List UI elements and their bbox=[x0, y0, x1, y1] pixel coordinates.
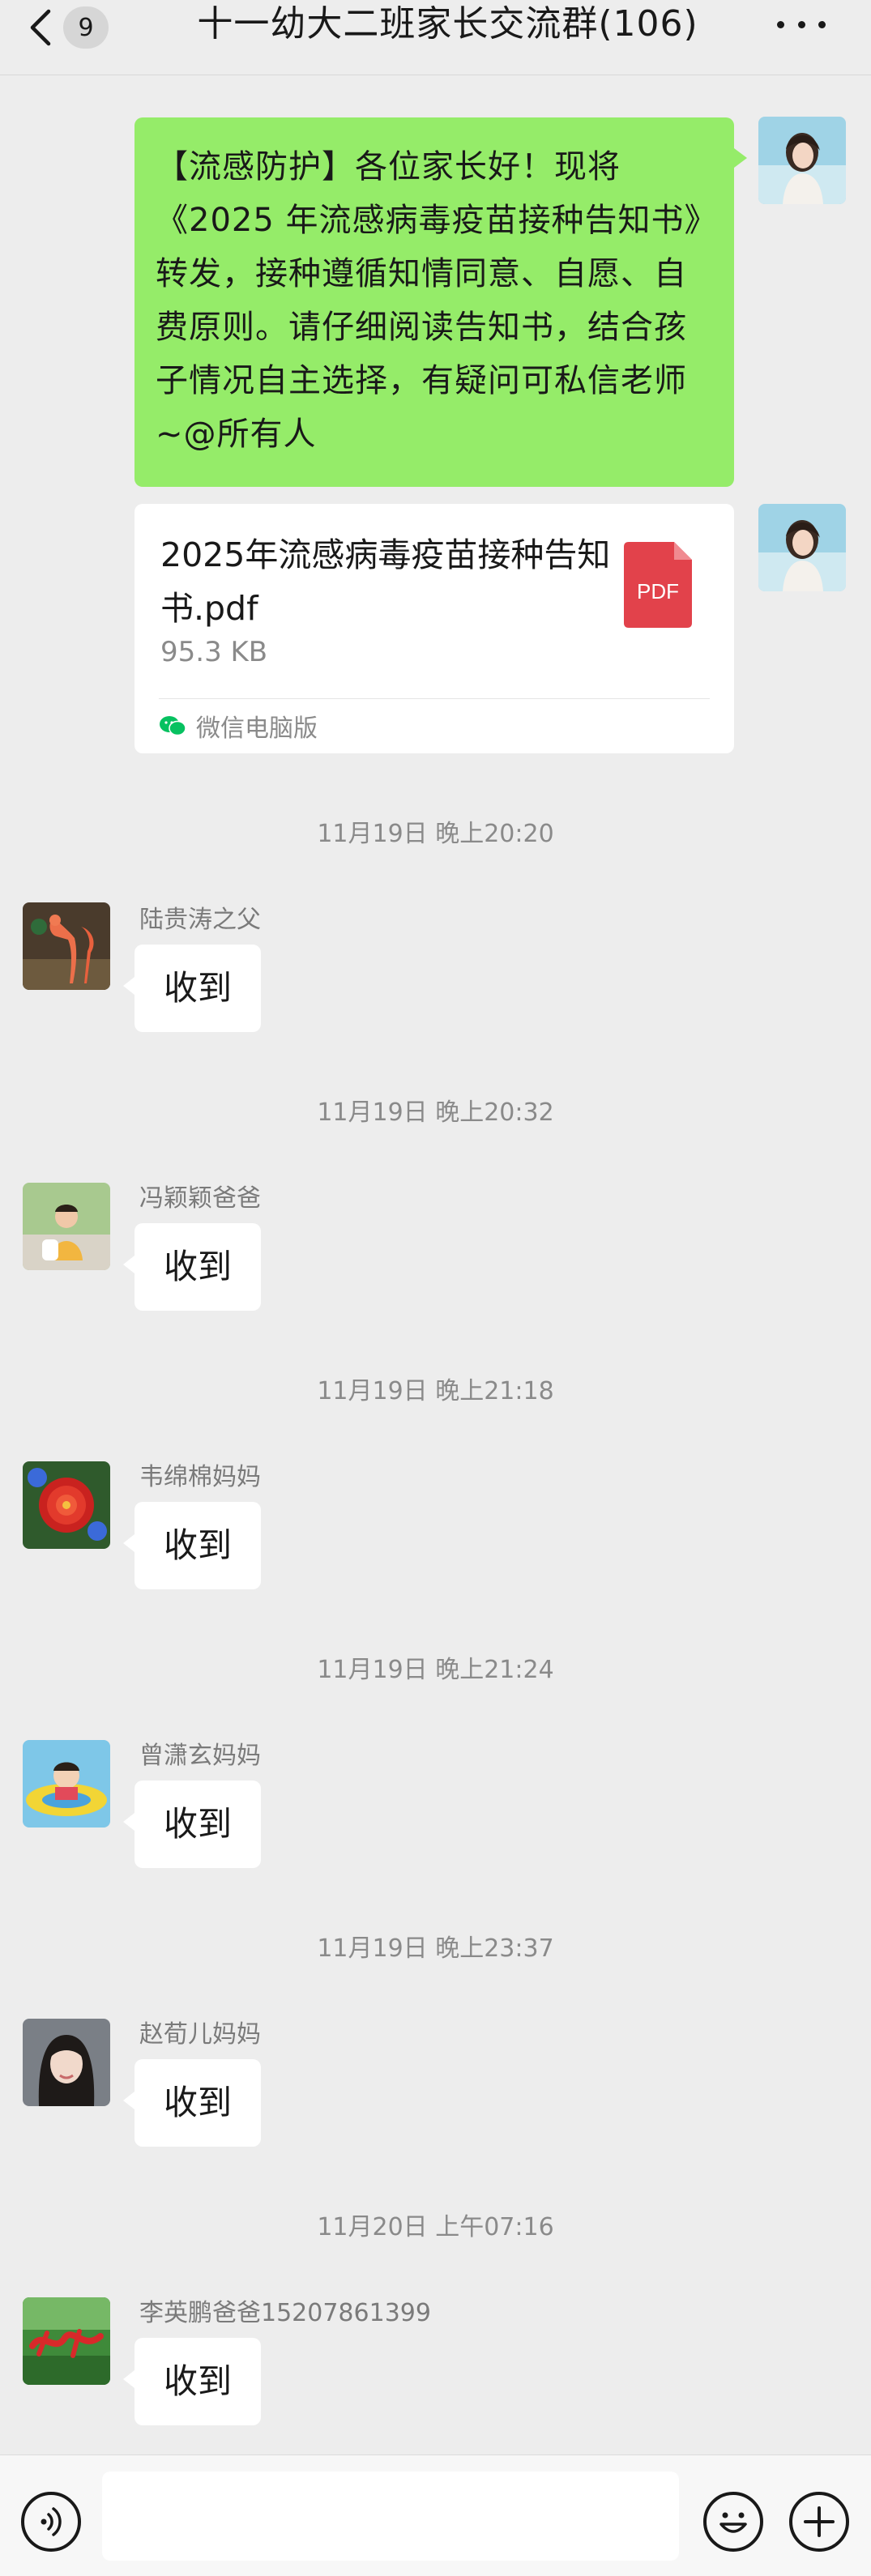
message-timestamp: 11月19日 晚上20:32 bbox=[317, 1098, 554, 1127]
message-timestamp: 11月19日 晚上21:24 bbox=[317, 1656, 554, 1684]
sender-name: 曾潇玄妈妈 bbox=[139, 1742, 261, 1770]
file-source: 微信电脑版 bbox=[159, 708, 318, 744]
sender-name: 陆贵涛之父 bbox=[139, 906, 261, 934]
plus-icon[interactable] bbox=[789, 2492, 849, 2552]
received-message-bubble[interactable]: 收到 bbox=[123, 1502, 261, 1589]
chat-header: 9 十一幼大二班家长交流群(106) bbox=[0, 0, 871, 75]
received-message-bubble[interactable]: 收到 bbox=[123, 2338, 261, 2425]
received-message-bubble[interactable]: 收到 bbox=[123, 1781, 261, 1868]
sender-name: 冯颖颖爸爸 bbox=[139, 1184, 261, 1213]
message-timestamp: 11月19日 晚上21:18 bbox=[317, 1377, 554, 1405]
message-timestamp: 11月20日 上午07:16 bbox=[317, 2213, 554, 2241]
sender-name: 李英鹏爸爸15207861399 bbox=[139, 2299, 431, 2327]
more-dots-icon[interactable] bbox=[777, 16, 826, 32]
chat-title: 十一幼大二班家长交流群(106) bbox=[197, 3, 698, 45]
my-avatar[interactable] bbox=[758, 117, 846, 204]
emoji-icon[interactable] bbox=[703, 2492, 763, 2552]
file-size: 95.3 KB bbox=[160, 636, 268, 668]
message-timestamp: 11月19日 晚上23:37 bbox=[317, 1934, 554, 1963]
sender-name: 韦绵棉妈妈 bbox=[139, 1463, 261, 1491]
file-card-divider bbox=[159, 698, 710, 699]
sender-avatar[interactable] bbox=[23, 2297, 110, 2385]
message-input[interactable] bbox=[102, 2472, 679, 2561]
sender-avatar[interactable] bbox=[23, 2019, 110, 2106]
received-message-bubble[interactable]: 收到 bbox=[123, 2059, 261, 2147]
file-name: 2025年流感病毒疫苗接种告知书.pdf bbox=[160, 535, 611, 628]
wechat-icon bbox=[160, 716, 186, 736]
received-message-bubble[interactable]: 收到 bbox=[123, 1223, 261, 1311]
file-message-card[interactable]: 2025年流感病毒疫苗接种告知书.pdf 95.3 KB PDF 微信电脑版 bbox=[134, 504, 734, 753]
my-avatar[interactable] bbox=[758, 504, 846, 591]
file-source-label: 微信电脑版 bbox=[196, 714, 318, 743]
sender-avatar[interactable] bbox=[23, 902, 110, 990]
sender-avatar[interactable] bbox=[23, 1461, 110, 1549]
chat-input-bar bbox=[0, 2454, 871, 2576]
sender-avatar[interactable] bbox=[23, 1183, 110, 1270]
message-timestamp: 11月19日 晚上20:20 bbox=[317, 820, 554, 848]
sender-avatar[interactable] bbox=[23, 1740, 110, 1828]
svg-text:PDF: PDF bbox=[637, 579, 679, 603]
voice-icon[interactable] bbox=[21, 2492, 81, 2552]
sent-message-bubble[interactable]: 【流感防护】各位家长好！现将《2025 年流感病毒疫苗接种告知书》转发，接种遵循… bbox=[134, 117, 747, 487]
received-message-bubble[interactable]: 收到 bbox=[123, 945, 261, 1032]
pdf-file-icon: PDF bbox=[624, 542, 692, 628]
sender-name: 赵荀儿妈妈 bbox=[139, 2020, 261, 2049]
